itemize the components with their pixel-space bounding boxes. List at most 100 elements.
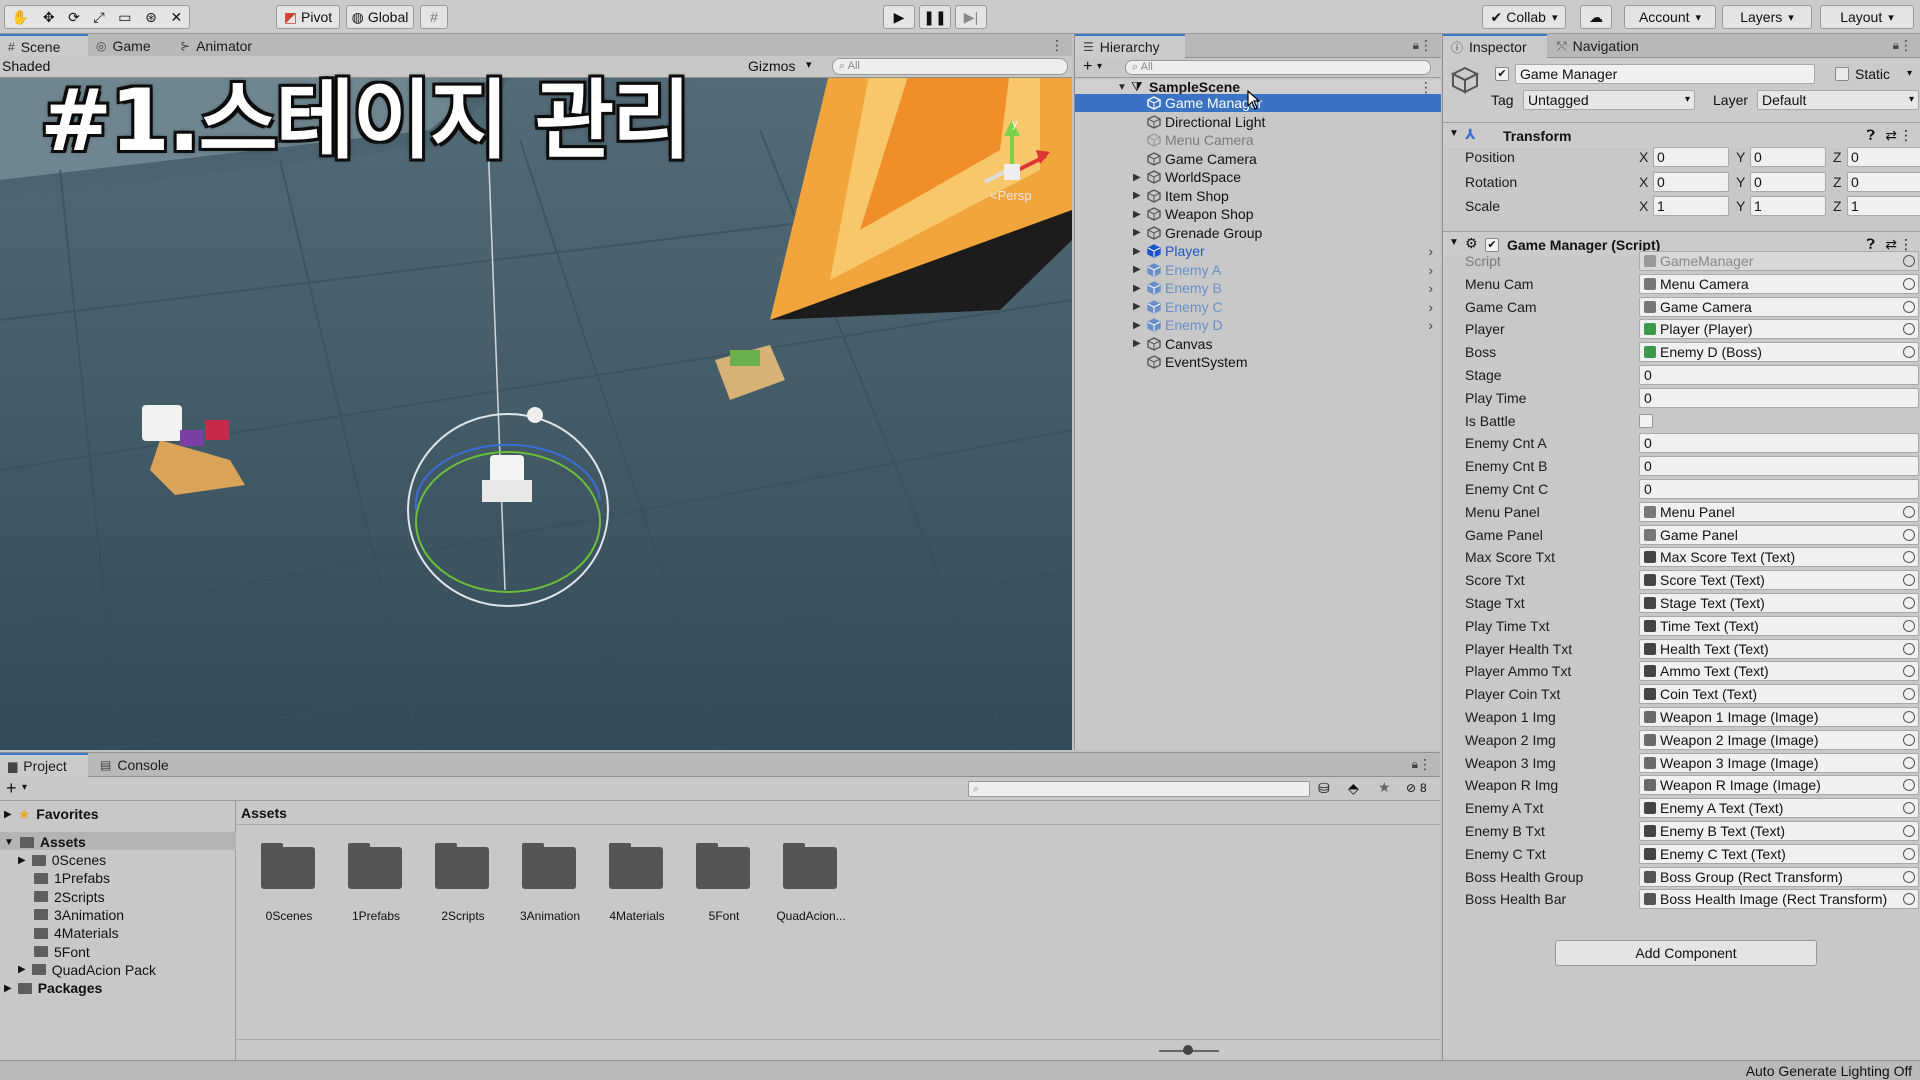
folder-icon[interactable] xyxy=(348,843,404,889)
position-value-field[interactable]: 0 xyxy=(1847,147,1920,167)
object-picker-icon[interactable] xyxy=(1903,642,1915,655)
expand-arrow-icon[interactable]: ▶ xyxy=(1133,172,1141,183)
collapse-arrow-icon[interactable]: ▼ xyxy=(1449,237,1459,248)
asset-folder-item[interactable]: 2Scripts xyxy=(18,888,105,906)
expand-arrow-icon[interactable]: ▶ xyxy=(1133,190,1141,201)
add-component-button[interactable]: Add Component xyxy=(1555,940,1817,966)
hierarchy-item[interactable]: Directional Light xyxy=(1075,113,1441,131)
panel-menu-icon[interactable]: ⋮ xyxy=(1418,756,1432,773)
scene-search-input[interactable]: ⌕ All xyxy=(832,58,1068,75)
global-button[interactable]: ◍ Global xyxy=(346,5,414,29)
panel-menu-icon[interactable]: ⋮ xyxy=(1050,37,1064,54)
panel-menu-icon[interactable]: ⋮ xyxy=(1419,37,1433,54)
hierarchy-item[interactable]: Game Camera xyxy=(1075,150,1441,168)
object-reference-field[interactable]: Coin Text (Text) xyxy=(1639,684,1919,705)
object-reference-field[interactable]: Boss Health Image (Rect Transform) xyxy=(1639,889,1919,910)
scale-value-field[interactable]: 1 xyxy=(1653,196,1729,216)
folder-label[interactable]: QuadAcion... xyxy=(766,909,856,923)
object-picker-icon[interactable] xyxy=(1903,825,1915,837)
number-field[interactable]: 0 xyxy=(1639,479,1919,499)
object-reference-field[interactable]: Game Panel xyxy=(1639,524,1919,545)
expand-arrow-icon[interactable]: ▶ xyxy=(1133,209,1141,220)
static-chevron-down-icon[interactable]: ▾ xyxy=(1907,68,1912,79)
object-picker-icon[interactable] xyxy=(1903,300,1915,313)
tab-hierarchy[interactable]: ☰ Hierarchy xyxy=(1075,34,1185,58)
expand-arrow-icon[interactable]: ▶ xyxy=(4,809,12,820)
object-picker-icon[interactable] xyxy=(1903,893,1915,906)
open-prefab-chevron-icon[interactable]: › xyxy=(1428,299,1433,315)
object-picker-icon[interactable] xyxy=(1903,346,1915,359)
folder-icon[interactable] xyxy=(609,843,665,889)
grid-snap-button[interactable]: # xyxy=(420,5,448,29)
asset-folder-item[interactable]: 5Font xyxy=(18,943,90,961)
object-picker-icon[interactable] xyxy=(1903,802,1915,815)
folder-icon[interactable] xyxy=(783,843,839,889)
favorite-star-icon[interactable]: ★ xyxy=(1378,779,1391,796)
collab-dropdown[interactable]: ✔ Collab xyxy=(1482,5,1566,29)
rotation-value-field[interactable]: 0 xyxy=(1750,172,1826,192)
hierarchy-item[interactable]: Menu Camera xyxy=(1075,131,1441,149)
layout-dropdown[interactable]: Layout xyxy=(1820,5,1914,29)
folder-icon[interactable] xyxy=(696,843,752,889)
scale-value-field[interactable]: 1 xyxy=(1750,196,1826,216)
transform-header[interactable]: ▼ ⅄ Transform ❓︎ ⇄ ⋮ xyxy=(1443,122,1920,148)
layer-dropdown[interactable]: Default ▾ xyxy=(1757,90,1919,110)
rotate-tool-icon[interactable]: ⟳ xyxy=(68,9,80,26)
hierarchy-item[interactable]: ▶ Enemy A › xyxy=(1075,261,1441,279)
add-icon[interactable]: + xyxy=(6,778,17,799)
hierarchy-item[interactable]: EventSystem xyxy=(1075,353,1441,371)
object-picker-icon[interactable] xyxy=(1903,756,1915,769)
search-by-type-icon[interactable]: ⛁ xyxy=(1318,780,1330,797)
object-picker-icon[interactable] xyxy=(1903,665,1915,678)
folder-label[interactable]: 1Prefabs xyxy=(331,909,421,923)
hierarchy-item[interactable]: ▶ Enemy D › xyxy=(1075,316,1441,334)
hierarchy-search-input[interactable]: ⌕ All xyxy=(1125,60,1431,75)
help-icon[interactable]: ❓︎ xyxy=(1867,127,1875,144)
hidden-packages-icon[interactable]: ⊘ xyxy=(1406,781,1416,795)
expand-arrow-icon[interactable]: ▶ xyxy=(1133,338,1141,349)
rotation-value-field[interactable]: 0 xyxy=(1653,172,1729,192)
folder-label[interactable]: 3Animation xyxy=(505,909,595,923)
object-picker-icon[interactable] xyxy=(1903,847,1915,860)
is-battle-checkbox[interactable] xyxy=(1639,413,1653,428)
object-reference-field[interactable]: Time Text (Text) xyxy=(1639,615,1919,636)
move-tool-icon[interactable]: ✥ xyxy=(43,9,55,26)
open-prefab-chevron-icon[interactable]: › xyxy=(1428,262,1433,278)
expand-arrow-icon[interactable]: ▼ xyxy=(4,837,14,848)
object-picker-icon[interactable] xyxy=(1903,551,1915,564)
asset-folder-item[interactable]: 4Materials xyxy=(18,924,119,942)
cloud-button[interactable]: ☁ xyxy=(1580,5,1612,29)
add-icon[interactable]: + xyxy=(1083,58,1092,76)
object-reference-field[interactable]: Enemy A Text (Text) xyxy=(1639,798,1919,819)
collapse-arrow-icon[interactable]: ▼ xyxy=(1449,128,1459,139)
component-menu-icon[interactable]: ⋮ xyxy=(1899,127,1913,144)
object-picker-icon[interactable] xyxy=(1903,733,1915,746)
object-reference-field[interactable]: Ammo Text (Text) xyxy=(1639,661,1919,682)
hierarchy-item[interactable]: ▶ Player › xyxy=(1075,242,1441,260)
tag-dropdown[interactable]: Untagged ▾ xyxy=(1523,90,1695,110)
folder-label[interactable]: 5Font xyxy=(679,909,769,923)
assets-item[interactable]: ▼ Assets xyxy=(4,833,86,851)
play-button[interactable]: ▶ xyxy=(883,5,915,29)
folder-icon[interactable] xyxy=(435,843,491,889)
packages-item[interactable]: ▶ Packages xyxy=(4,979,102,997)
object-reference-field[interactable]: Weapon 1 Image (Image) xyxy=(1639,707,1919,727)
project-search-input[interactable]: ⌕ xyxy=(968,781,1310,797)
hierarchy-item[interactable]: ▶ Enemy B › xyxy=(1075,279,1441,297)
asset-folder-item[interactable]: ▶ 0Scenes xyxy=(18,851,106,869)
folder-icon[interactable] xyxy=(522,843,578,889)
expand-arrow-icon[interactable]: ▶ xyxy=(1133,301,1141,312)
object-reference-field[interactable]: Score Text (Text) xyxy=(1639,570,1919,591)
expand-arrow-icon[interactable]: ▶ xyxy=(1133,227,1141,238)
folder-label[interactable]: 0Scenes xyxy=(244,909,334,923)
object-reference-field[interactable]: Weapon 3 Image (Image) xyxy=(1639,752,1919,773)
object-reference-field[interactable]: Enemy D (Boss) xyxy=(1639,342,1919,363)
pivot-button[interactable]: ◩ Pivot xyxy=(276,5,340,29)
scene-menu-icon[interactable]: ⋮ xyxy=(1419,79,1433,96)
static-checkbox[interactable] xyxy=(1835,67,1849,81)
asset-folder-item[interactable]: 3Animation xyxy=(18,906,124,924)
rect-tool-icon[interactable]: ▭ xyxy=(118,9,131,26)
asset-folder-item[interactable]: 1Prefabs xyxy=(18,869,110,887)
search-by-label-icon[interactable]: ⬘ xyxy=(1348,780,1359,797)
favorites-item[interactable]: ▶ ★ Favorites xyxy=(4,805,99,823)
